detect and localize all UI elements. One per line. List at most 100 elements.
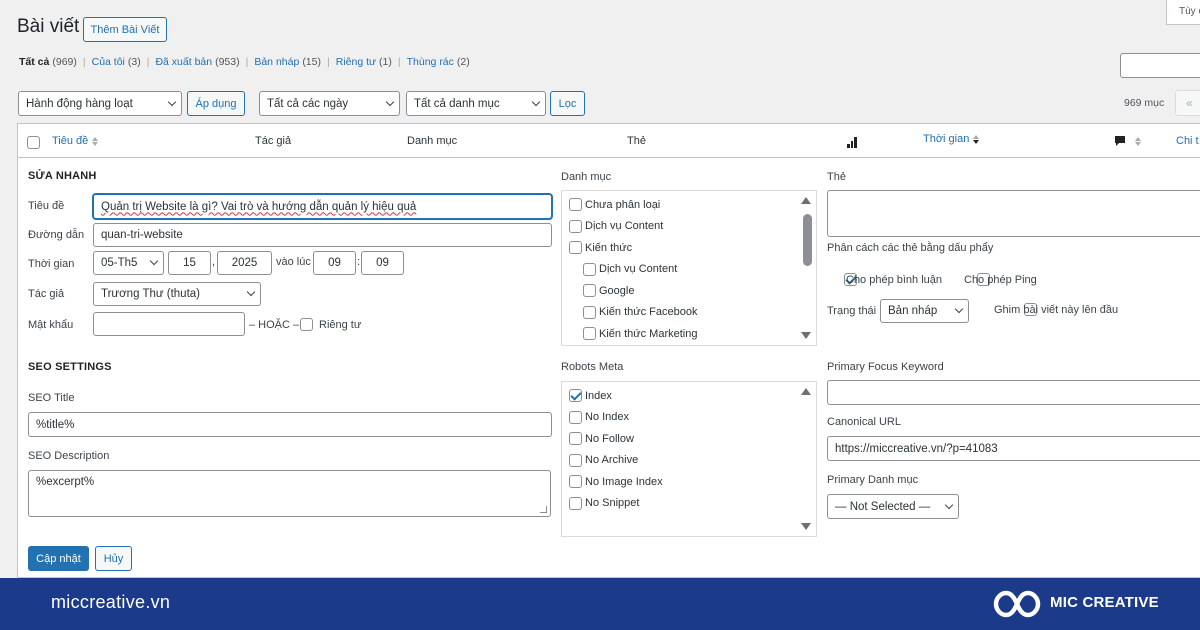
select-all-checkbox[interactable] [27,136,40,149]
filter-link-5[interactable]: Thùng rác (2) [407,56,470,68]
filter-count: (1) [379,56,392,68]
robots-meta-item[interactable]: No Archive [569,450,816,472]
allow-comments-label: Cho phép bình luận [846,274,943,286]
comments-column-header[interactable] [1114,135,1141,147]
filter-separator: | [82,56,86,68]
bulk-action-select[interactable]: Hành động hàng loạt [18,91,182,116]
date-column-header[interactable]: Thời gian [923,133,980,145]
robots-meta-label: No Index [585,411,630,424]
category-filter-select[interactable]: Tất cả danh mục [406,91,546,116]
category-item[interactable]: Kiến thức Marketing [569,323,816,345]
category-item[interactable]: Dịch vụ Content [569,216,816,238]
scroll-down-arrow[interactable] [801,332,811,339]
category-item[interactable]: Google [569,280,816,302]
robots-meta-checkbox[interactable] [569,432,582,446]
category-item[interactable]: Kiến thức [569,237,816,259]
date-filter-select[interactable]: Tất cả các ngày [259,91,400,116]
seo-title-input[interactable]: %title% [28,412,552,437]
seo-description-textarea[interactable]: %excerpt% [28,470,551,517]
mic-logo-icon [993,590,1041,618]
hour-input[interactable]: 09 [313,251,356,275]
category-checkbox[interactable] [569,198,582,212]
add-new-post-button[interactable]: Thêm Bài Viết [83,17,167,42]
date-filter-value: Tất cả các ngày [267,97,349,110]
filter-link-0[interactable]: Tất cả (969) [19,56,77,68]
at-label: vào lúc [276,256,311,268]
date-label: Thời gian [28,258,75,270]
filter-label: Của tôi [91,56,125,68]
robots-meta-checkbox[interactable] [569,410,582,424]
cancel-button[interactable]: Hủy [95,546,132,571]
tags-textarea[interactable] [827,190,1200,237]
table-header-row [18,124,1200,158]
focus-keyword-input[interactable] [827,380,1200,405]
filter-label: Bản nháp [254,56,300,68]
category-label: Dịch vụ Content [585,220,664,233]
category-item[interactable]: Kiến thức Facebook [569,302,816,324]
allow-pings-label: Cho phép Ping [964,274,1037,286]
category-checkbox[interactable] [569,241,582,255]
scroll-down-arrow[interactable] [801,523,811,530]
tags-label: Thẻ [827,171,846,183]
chevron-down-icon [531,97,541,106]
scrollbar-thumb[interactable] [803,214,812,266]
password-input[interactable] [93,312,245,336]
resize-handle-icon[interactable] [540,506,547,513]
status-value: Bản nháp [888,305,938,317]
category-checkbox[interactable] [583,262,596,276]
robots-meta-checkbox[interactable] [569,475,582,489]
private-checkbox[interactable] [300,318,313,331]
canonical-url-input[interactable]: https://miccreative.vn/?p=41083 [827,436,1200,461]
screen-options-tab[interactable]: Tùy c [1166,0,1200,25]
date-column-label: Thời gian [923,133,970,145]
category-checkbox[interactable] [583,327,596,341]
robots-meta-item[interactable]: No Index [569,407,816,429]
primary-category-select[interactable]: — Not Selected — [827,494,959,519]
category-label: Chưa phân loại [585,198,661,211]
filter-link-1[interactable]: Của tôi (3) [92,56,141,68]
robots-meta-item[interactable]: No Snippet [569,493,816,515]
robots-meta-checkbox[interactable] [569,453,582,467]
robots-meta-checkbox[interactable] [569,389,582,403]
category-item[interactable]: Dịch vụ Content [569,259,816,281]
robots-meta-item[interactable]: No Image Index [569,471,816,493]
robots-meta-checkbox[interactable] [569,496,582,510]
day-input[interactable]: 15 [168,251,211,275]
robots-meta-checklist: Index No Index No Follow No Archive No Image… [561,381,817,537]
category-filter-value: Tất cả danh mục [414,97,500,110]
filter-count: (15) [302,56,321,68]
title-column-header[interactable]: Tiêu đề [52,135,99,147]
robots-meta-item[interactable]: No Follow [569,428,816,450]
month-select[interactable]: 05-Th5 [93,251,164,275]
filter-link-2[interactable]: Đã xuất bản (953) [155,56,239,68]
category-label: Google [599,284,635,297]
category-checkbox[interactable] [583,305,596,319]
minute-input[interactable]: 09 [361,251,404,275]
seo-title-label: SEO Title [28,392,75,404]
scroll-up-arrow[interactable] [801,197,811,204]
date-separator: , [212,256,216,268]
category-checkbox[interactable] [569,219,582,233]
filter-link-3[interactable]: Bản nháp (15) [254,56,321,68]
year-input[interactable]: 2025 [217,251,272,275]
apply-button[interactable]: Áp dụng [187,91,245,116]
robots-meta-item[interactable]: Index [569,385,816,407]
chevron-down-icon [167,97,177,106]
seo-description-label: SEO Description [28,450,110,462]
scroll-up-arrow[interactable] [801,388,811,395]
detail-column-header[interactable]: Chi t [1176,135,1199,147]
filter-link-4[interactable]: Riêng tư (1) [336,56,392,68]
update-button[interactable]: Cập nhật [28,546,89,571]
sort-icon [1135,136,1141,146]
password-label: Mật khẩu [28,319,74,331]
or-label: – HOẶC – [249,319,300,331]
author-select[interactable]: Trương Thư (thuta) [93,282,261,306]
title-input[interactable]: Quản trị Website là gì? Vai trò và hướng… [93,194,552,219]
category-item[interactable]: Chưa phân loại [569,194,816,216]
filter-button[interactable]: Lọc [550,91,585,116]
focus-keyword-label: Primary Focus Keyword [827,361,944,373]
category-checkbox[interactable] [583,284,596,298]
status-select[interactable]: Bản nháp [880,299,969,323]
slug-input[interactable]: quan-tri-website [93,223,552,247]
search-input[interactable] [1120,53,1200,78]
